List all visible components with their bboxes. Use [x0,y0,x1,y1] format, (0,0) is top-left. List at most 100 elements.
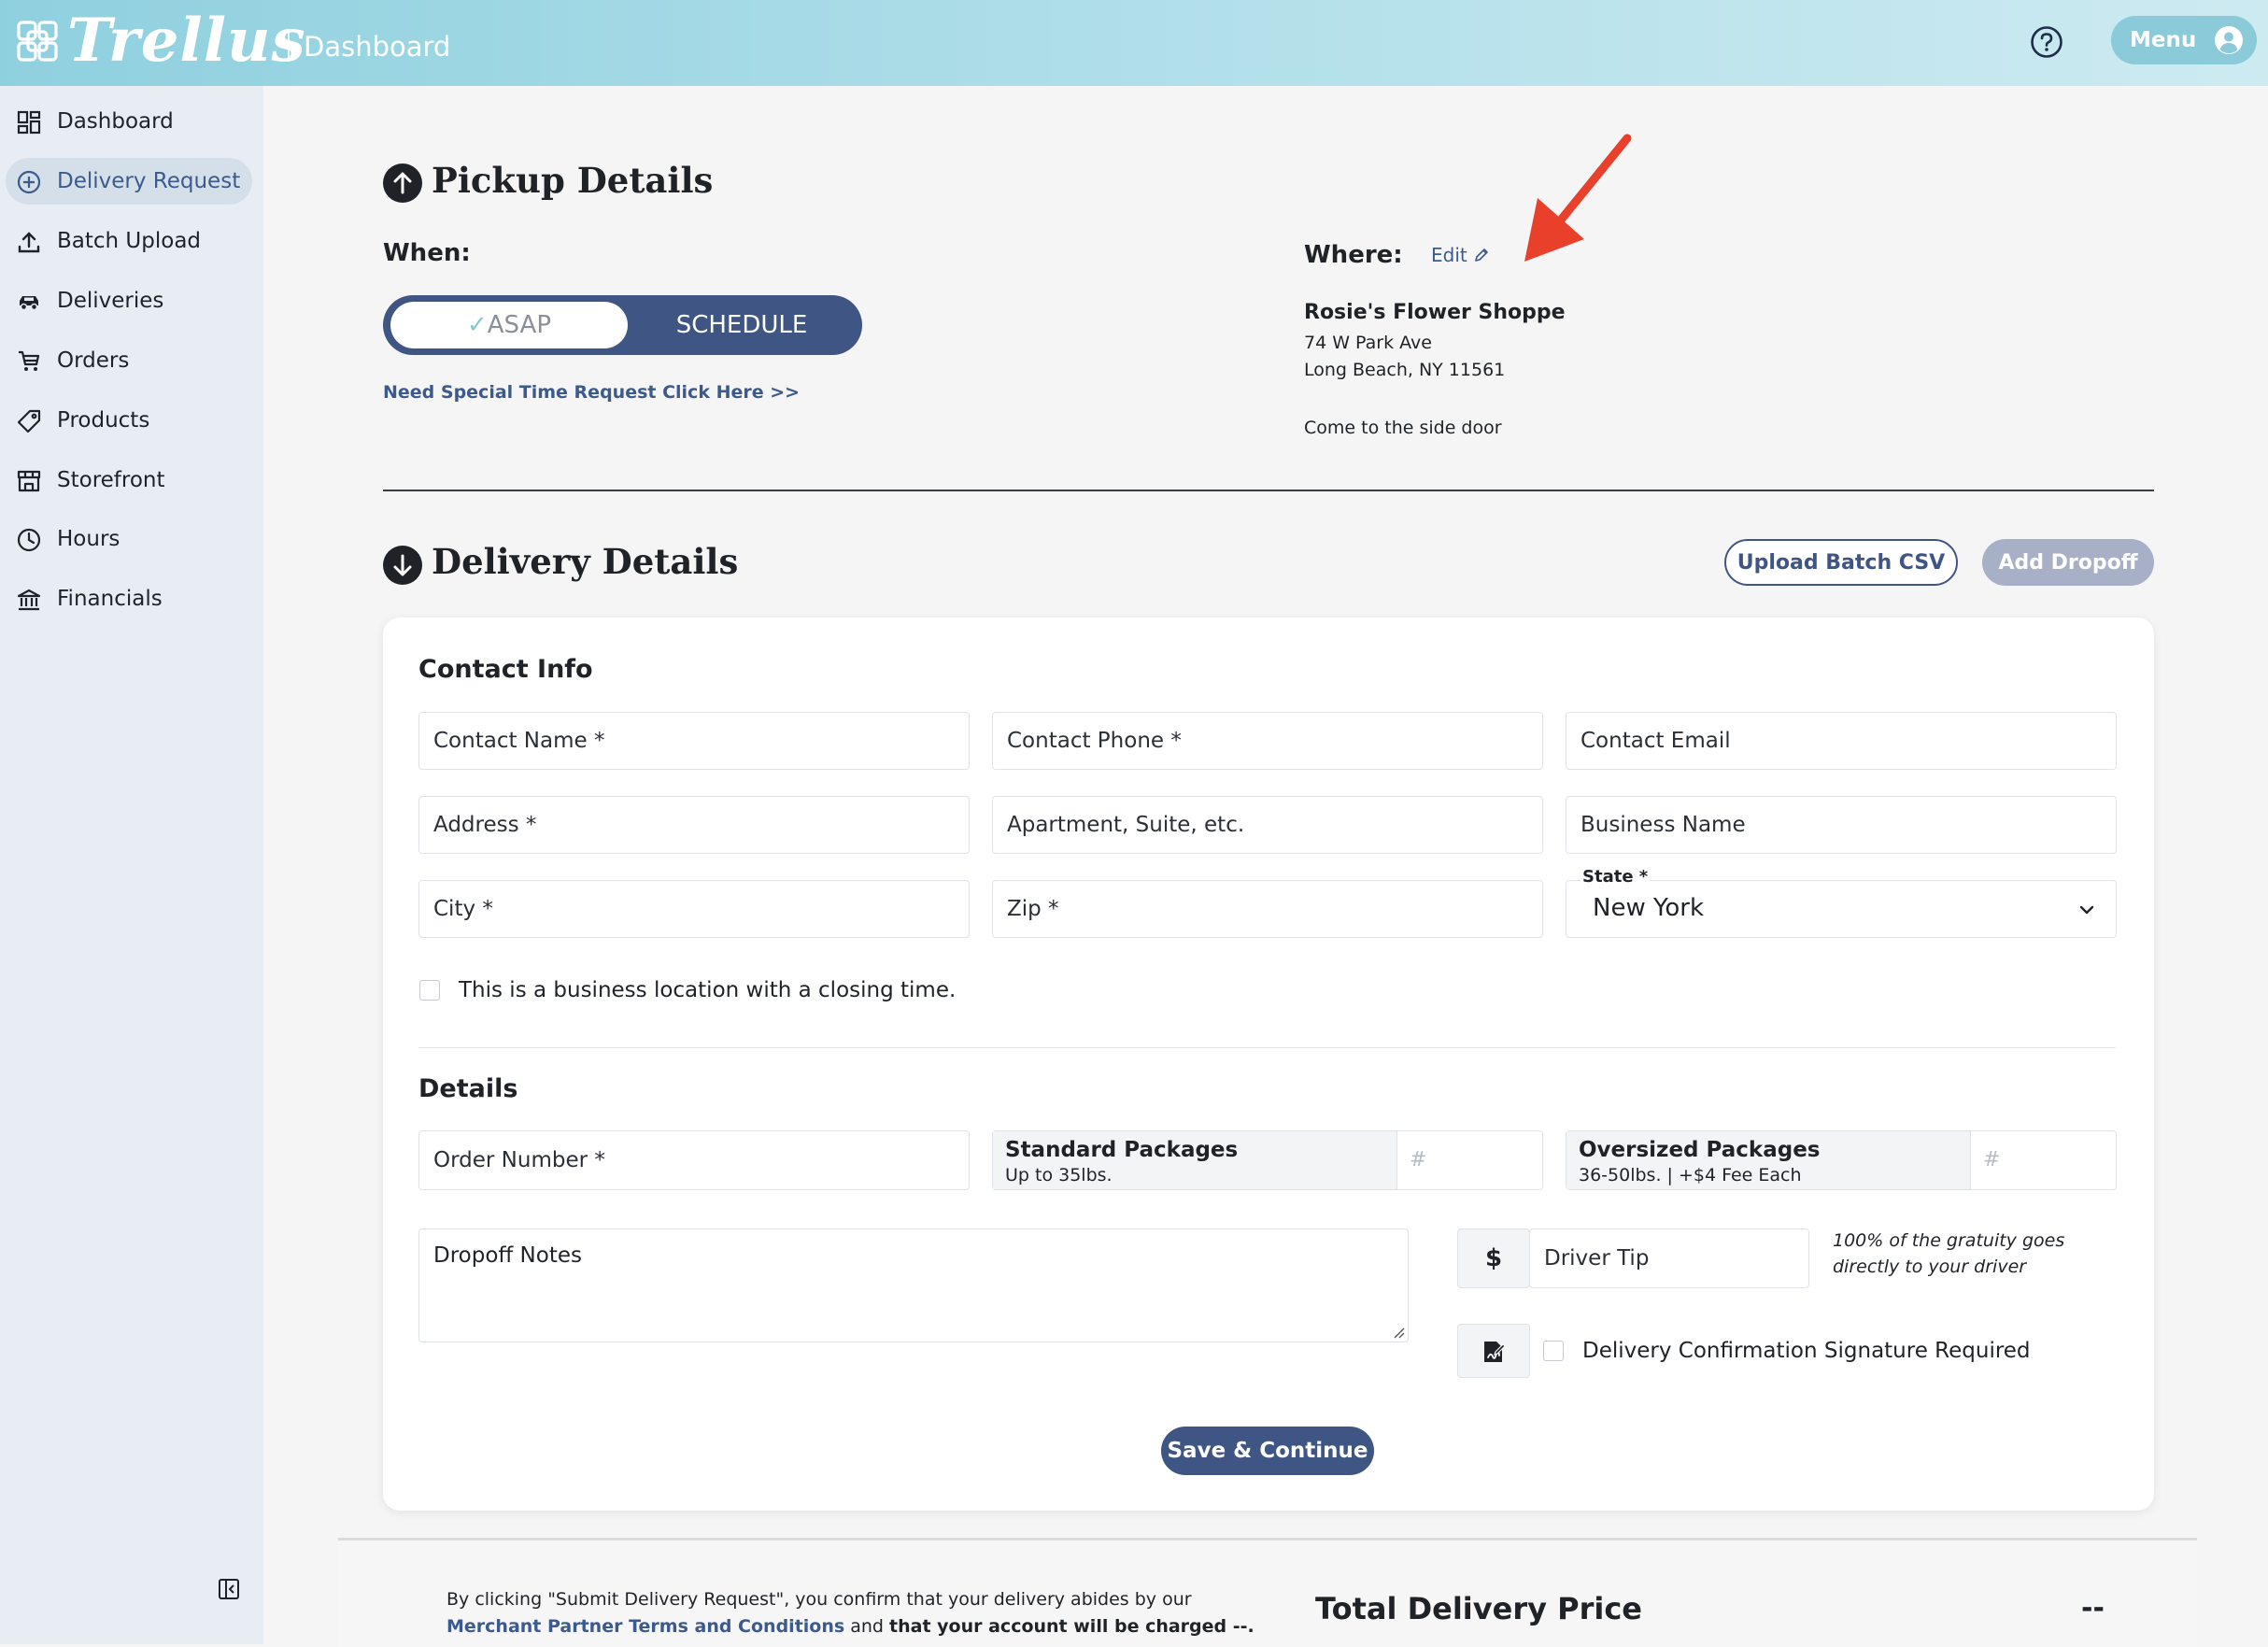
user-circle-icon [2215,26,2243,54]
order-number-field[interactable] [418,1130,970,1190]
sidebar-item-deliveries[interactable]: Deliveries [6,277,252,324]
sidebar: Dashboard Delivery Request Batch Upload … [0,86,263,1644]
asap-label: ASAP [487,311,552,339]
brand-logo-text: Trellus [67,6,306,76]
total-delivery-price-label: Total Delivery Price [1315,1591,1642,1626]
contact-info-title: Contact Info [418,655,593,684]
signature-icon [1484,1342,1506,1362]
store-icon [17,470,41,492]
upload-icon [18,232,40,253]
closing-time-checkbox[interactable] [419,980,440,1001]
oversized-packages-sub: 36-50lbs. | +$4 Fee Each [1579,1165,1802,1186]
add-dropoff-button[interactable]: Add Dropoff [1982,539,2154,586]
state-select[interactable]: New York [1566,880,2117,938]
oversized-packages-addon: Oversized Packages 36-50lbs. | +$4 Fee E… [1566,1131,1971,1189]
city-field[interactable] [418,880,970,938]
address-field[interactable] [418,796,970,854]
arrow-down-circle-icon [383,546,422,585]
cart-icon [19,350,40,371]
where-label: Where: [1304,241,1403,269]
standard-packages-sub: Up to 35lbs. [1005,1165,1113,1186]
standard-packages-count-input[interactable]: # [1410,1146,1426,1174]
terms-line2: Merchant Partner Terms and Conditions an… [447,1613,1254,1640]
edit-pickup-location-link[interactable]: Edit [1431,242,1490,268]
menu-button[interactable]: Menu [2111,16,2257,64]
sidebar-item-label: Hours [57,527,120,551]
driver-tip-field[interactable] [1529,1228,1809,1288]
sidebar-item-dashboard[interactable]: Dashboard [6,98,252,145]
terms-link[interactable]: Merchant Partner Terms and Conditions [447,1616,844,1637]
contact-name-field[interactable] [418,712,970,770]
check-icon: ✓ [466,311,488,339]
apartment-field[interactable] [992,796,1543,854]
sidebar-item-storefront[interactable]: Storefront [6,457,252,504]
save-continue-button[interactable]: Save & Continue [1161,1427,1374,1475]
sidebar-item-label: Deliveries [57,289,164,313]
oversized-packages-count-input[interactable]: # [1983,1146,2000,1174]
sidebar-item-label: Products [57,408,150,433]
delivery-details-title: Delivery Details [432,541,739,582]
state-value: New York [1593,894,1705,922]
dollar-icon: $ [1484,1244,1503,1272]
sidebar-item-label: Orders [57,348,130,373]
edit-label: Edit [1431,244,1467,266]
sidebar-item-orders[interactable]: Orders [6,337,252,384]
standard-packages-addon: Standard Packages Up to 35lbs. [993,1131,1397,1189]
schedule-option[interactable]: SCHEDULE [628,302,856,348]
signature-required-label: Delivery Confirmation Signature Required [1582,1339,2031,1363]
terms-charged: that your account will be charged --. [889,1616,1254,1637]
state-label: State * [1581,867,1651,887]
pickup-city-line: Long Beach, NY 11561 [1304,360,1506,380]
sidebar-item-label: Delivery Request [57,169,241,193]
sidebar-item-products[interactable]: Products [6,397,252,444]
resize-grip-icon[interactable] [1392,1326,1405,1339]
schedule-label: SCHEDULE [675,311,808,339]
terms-text: By clicking "Submit Delivery Request", y… [447,1586,1254,1640]
zip-field[interactable] [992,880,1543,938]
when-label: When: [383,239,471,267]
gratuity-note-line2: directly to your driver [1833,1257,2027,1277]
standard-packages-title: Standard Packages [1005,1138,1239,1162]
dropoff-notes-textarea[interactable]: Dropoff Notes [418,1228,1409,1342]
pickup-time-toggle: ✓ASAP SCHEDULE [383,295,862,355]
gratuity-note-line1: 100% of the gratuity goes [1833,1230,2065,1251]
signature-required-checkbox[interactable] [1543,1341,1564,1361]
business-name-field[interactable] [1566,796,2117,854]
sidebar-item-batch-upload[interactable]: Batch Upload [6,218,252,264]
special-time-request-link[interactable]: Need Special Time Request Click Here >> [383,379,800,405]
section-divider [383,490,2154,491]
header-separator [288,32,290,62]
sidebar-item-label: Storefront [57,468,165,492]
grid-icon [17,110,41,135]
annotation-arrow-icon [1524,134,1632,262]
sidebar-item-hours[interactable]: Hours [6,516,252,562]
plus-circle-icon [17,170,41,194]
sidebar-item-label: Financials [57,587,163,611]
contact-phone-field[interactable] [992,712,1543,770]
sidebar-item-label: Dashboard [57,109,174,134]
clock-icon [17,528,41,552]
header-title: Dashboard [304,31,451,63]
pickup-details-title: Pickup Details [432,160,714,201]
signature-addon [1457,1324,1530,1378]
chevron-down-icon [2079,905,2094,915]
closing-time-label: This is a business location with a closi… [459,978,957,1002]
pickup-location-name: Rosie's Flower Shoppe [1304,301,1566,324]
pickup-street: 74 W Park Ave [1304,333,1432,353]
sidebar-item-label: Batch Upload [57,229,202,253]
asap-option-text: ✓ASAP [390,309,628,341]
collapse-sidebar-icon[interactable] [217,1577,241,1601]
oversized-packages-title: Oversized Packages [1579,1138,1821,1162]
help-circle-icon[interactable] [2029,24,2064,60]
contact-email-field[interactable] [1566,712,2117,770]
gratuity-note: 100% of the gratuity goes directly to yo… [1833,1228,2064,1280]
arrow-up-circle-icon [383,163,422,203]
standard-packages-input-group: Standard Packages Up to 35lbs. # [992,1130,1543,1190]
sidebar-item-financials[interactable]: Financials [6,575,252,622]
sidebar-item-delivery-request[interactable]: Delivery Request [6,158,252,205]
upload-batch-csv-button[interactable]: Upload Batch CSV [1724,539,1958,586]
terms-line1: By clicking "Submit Delivery Request", y… [447,1589,1192,1610]
trellus-logo-icon [17,21,58,62]
top-header: Trellus Dashboard Menu [0,0,2268,86]
asap-option[interactable]: ✓ASAP [390,302,628,348]
